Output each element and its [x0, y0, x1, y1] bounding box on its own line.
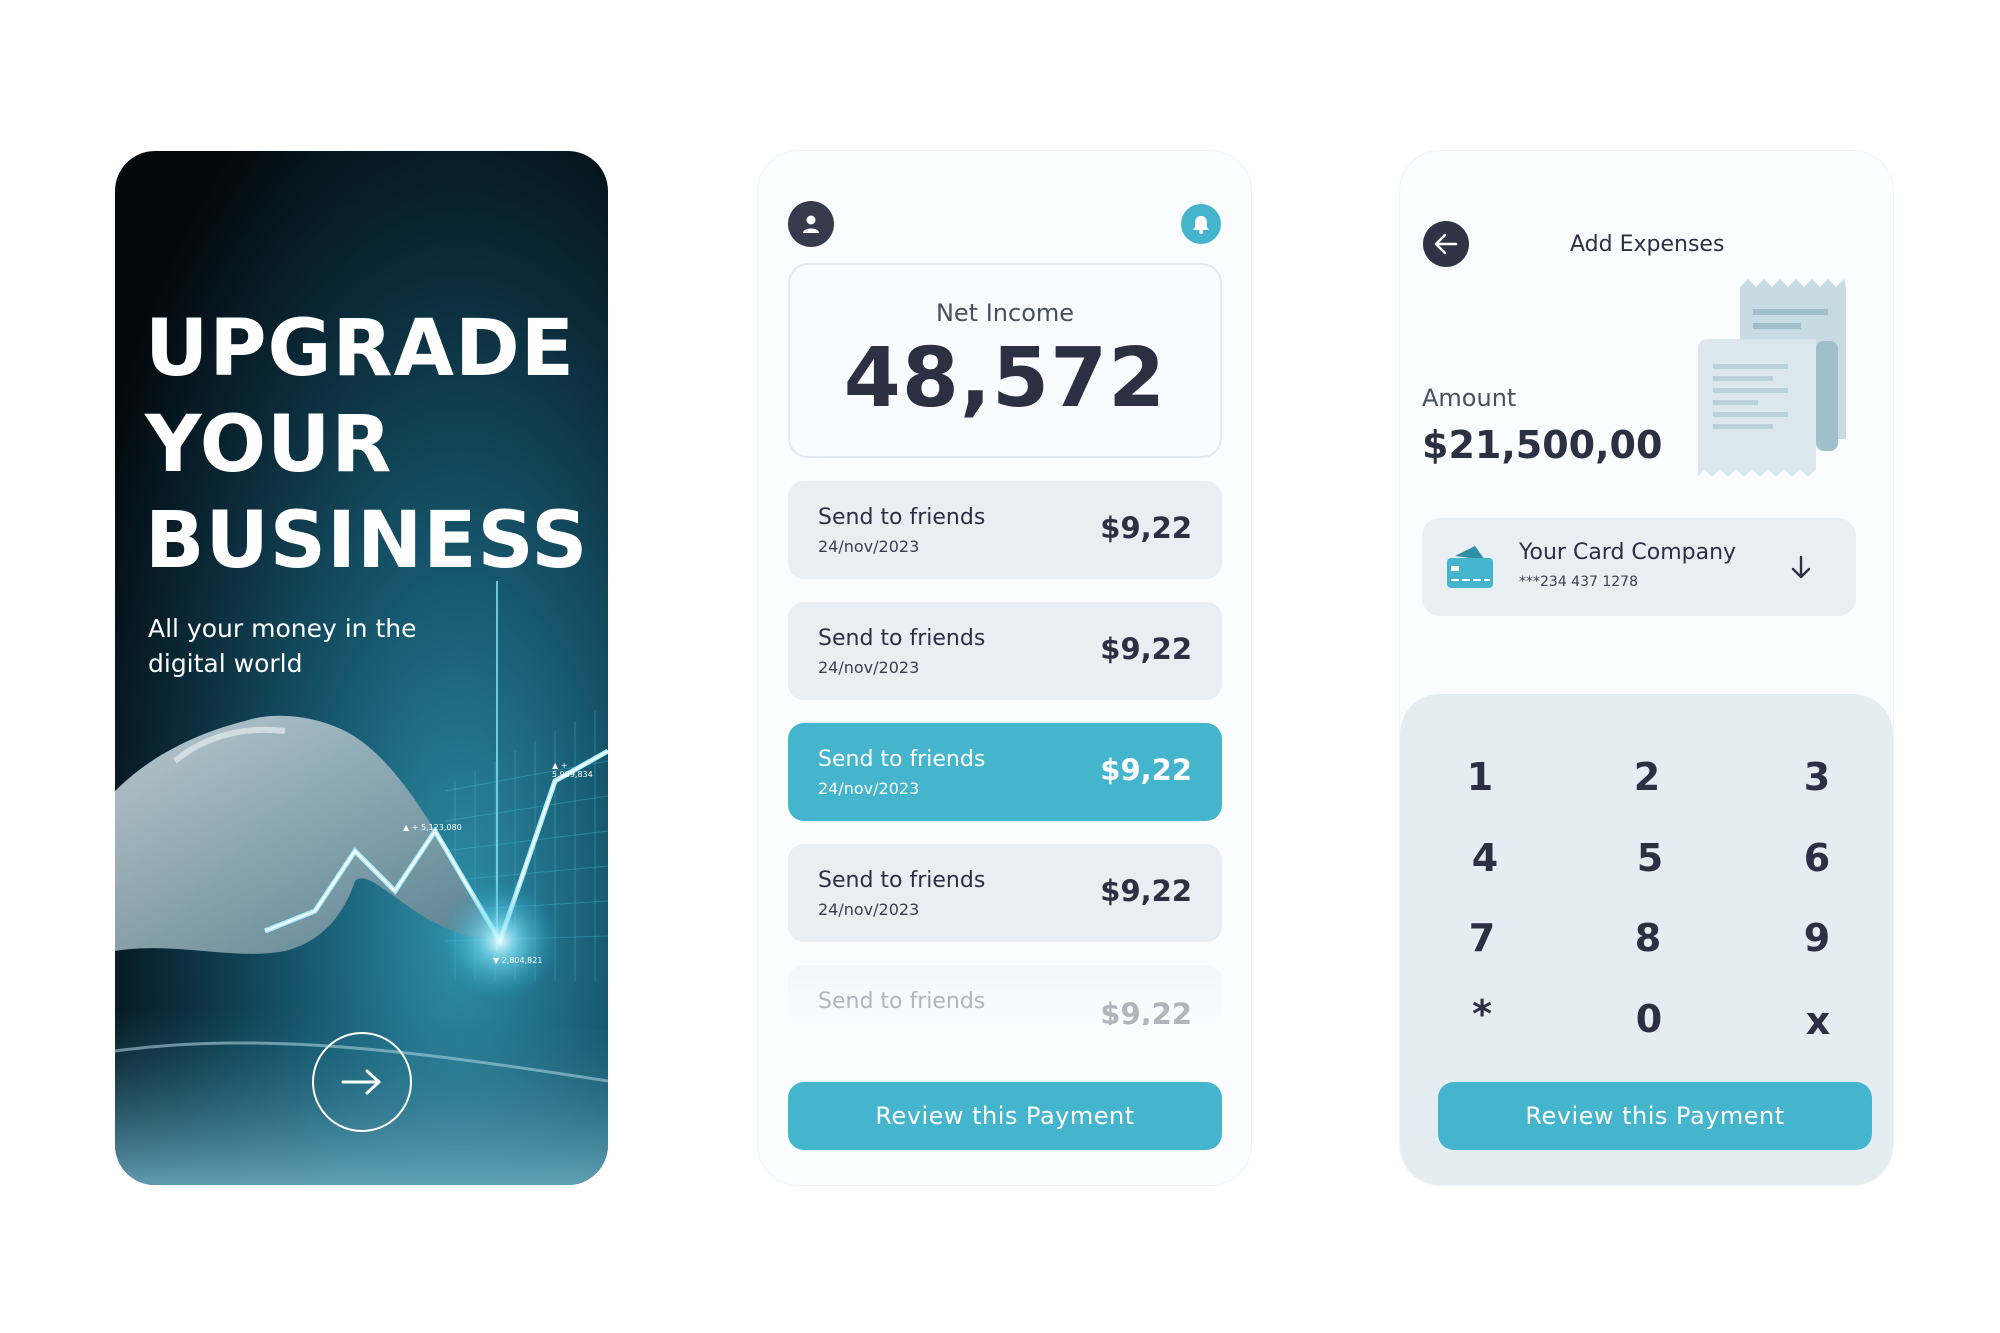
- transaction-item[interactable]: Send to friends 24/nov/2023 $9,22: [788, 602, 1222, 700]
- transaction-amount: $9,22: [1100, 511, 1192, 545]
- review-payment-button[interactable]: Review this Payment: [788, 1082, 1222, 1150]
- transaction-title: Send to friends: [818, 989, 986, 1014]
- add-expenses-screen: Add Expenses Amount $21,500,00 Your Card…: [1400, 151, 1893, 1185]
- headline-line: YOUR: [145, 400, 393, 490]
- key-8[interactable]: 8: [1608, 908, 1688, 968]
- subtitle: All your money in the digital world: [148, 611, 438, 681]
- card-selector[interactable]: Your Card Company ***234 437 1278: [1422, 518, 1856, 616]
- back-button[interactable]: [1423, 221, 1469, 267]
- review-payment-button[interactable]: Review this Payment: [1438, 1082, 1872, 1150]
- headline: UPGRADE YOUR BUSINESS: [145, 301, 589, 589]
- transaction-item-faded[interactable]: Send to friends $9,22: [788, 965, 1222, 1025]
- card-number: ***234 437 1278: [1519, 574, 1638, 590]
- key-0[interactable]: 0: [1609, 989, 1689, 1049]
- chart-label-mid: ▲ + 5,123,080: [403, 823, 462, 832]
- onboarding-screen: ▲ + 5,989,834 ▲ + 5,123,080 ▼ 2,804,821 …: [115, 151, 608, 1185]
- amount-label: Amount: [1422, 384, 1517, 412]
- chart-label-top: ▲ + 5,989,834: [552, 761, 593, 779]
- transaction-amount: $9,22: [1100, 753, 1192, 787]
- card-company-name: Your Card Company: [1519, 540, 1737, 565]
- arrow-down-icon: [1791, 555, 1811, 579]
- user-icon: [803, 215, 819, 233]
- transaction-item-selected[interactable]: Send to friends 24/nov/2023 $9,22: [788, 723, 1222, 821]
- dashboard-screen: Net Income 48,572 Send to friends 24/nov…: [758, 151, 1251, 1185]
- transaction-amount: $9,22: [1100, 997, 1192, 1025]
- key-3[interactable]: 3: [1777, 747, 1857, 807]
- notifications-button[interactable]: [1181, 204, 1221, 244]
- transaction-date: 24/nov/2023: [818, 537, 920, 556]
- screen-title: Add Expenses: [1570, 232, 1725, 257]
- subtitle-line: All your money in the: [148, 614, 417, 643]
- net-income-value: 48,572: [843, 331, 1167, 426]
- headline-line: BUSINESS: [145, 496, 589, 586]
- bell-icon: [1193, 216, 1209, 234]
- app-showcase: ▲ + 5,989,834 ▲ + 5,123,080 ▼ 2,804,821 …: [0, 0, 2000, 1333]
- key-delete[interactable]: x: [1778, 991, 1858, 1051]
- headline-line: UPGRADE: [145, 304, 575, 394]
- transaction-item[interactable]: Send to friends 24/nov/2023 $9,22: [788, 481, 1222, 579]
- amount-value: $21,500,00: [1422, 423, 1663, 467]
- transaction-title: Send to friends: [818, 505, 986, 530]
- arrow-left-icon: [1434, 233, 1458, 255]
- transaction-amount: $9,22: [1100, 632, 1192, 666]
- transaction-title: Send to friends: [818, 747, 986, 772]
- key-2[interactable]: 2: [1607, 747, 1687, 807]
- transaction-date: 24/nov/2023: [818, 658, 920, 677]
- receipt-icon: [1698, 279, 1846, 477]
- key-5[interactable]: 5: [1610, 828, 1690, 888]
- transaction-item[interactable]: Send to friends 24/nov/2023 $9,22: [788, 844, 1222, 942]
- credit-card-icon: [1447, 546, 1493, 588]
- profile-avatar[interactable]: [788, 201, 834, 247]
- net-income-card: Net Income 48,572: [788, 263, 1222, 458]
- key-asterisk[interactable]: *: [1442, 984, 1522, 1044]
- key-6[interactable]: 6: [1777, 828, 1857, 888]
- key-1[interactable]: 1: [1440, 747, 1520, 807]
- transaction-date: 24/nov/2023: [818, 779, 920, 798]
- transaction-title: Send to friends: [818, 868, 986, 893]
- transaction-amount: $9,22: [1100, 874, 1192, 908]
- key-7[interactable]: 7: [1442, 908, 1522, 968]
- key-9[interactable]: 9: [1777, 908, 1857, 968]
- transaction-title: Send to friends: [818, 626, 986, 651]
- numeric-keypad: 1 2 3 4 5 6 7 8 9 * 0 x Review this Paym…: [1400, 694, 1893, 1185]
- subtitle-line: digital world: [148, 649, 303, 678]
- net-income-label: Net Income: [935, 299, 1075, 327]
- next-button[interactable]: [312, 1032, 412, 1132]
- key-4[interactable]: 4: [1445, 828, 1525, 888]
- arrow-right-icon: [341, 1069, 381, 1095]
- transaction-date: 24/nov/2023: [818, 900, 920, 919]
- chart-label-bottom: ▼ 2,804,821: [493, 956, 543, 965]
